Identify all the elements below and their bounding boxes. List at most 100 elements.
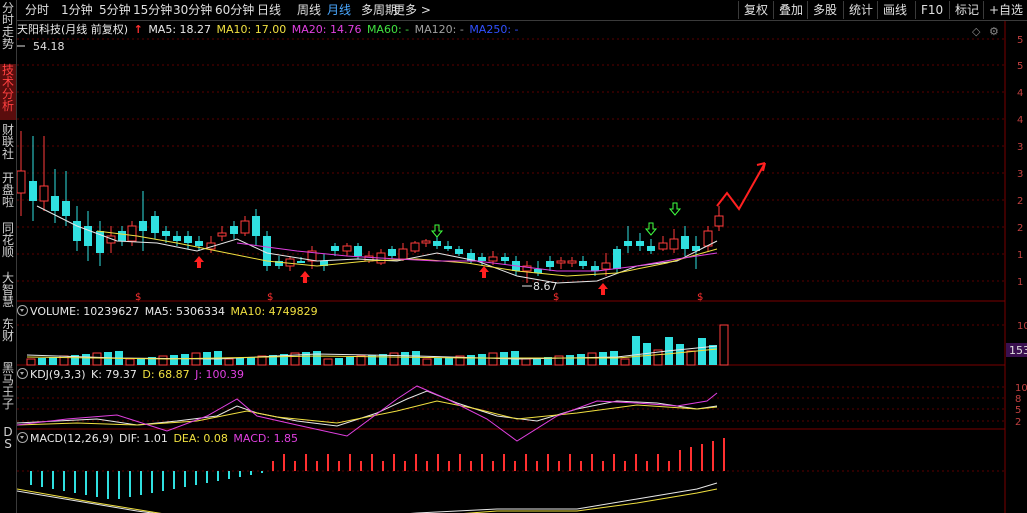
- legend-value-1: MA5: 5306334: [144, 305, 229, 318]
- period-tab-1[interactable]: 1分钟: [61, 2, 93, 18]
- legend-value-2: D: 68.87: [142, 368, 194, 381]
- period-tab-7[interactable]: 周线: [297, 2, 321, 18]
- volume-values: VOLUME: 10239627 MA5: 5306334 MA10: 4749…: [30, 305, 320, 318]
- up-arrow-icon: ↑: [133, 23, 143, 36]
- toolbar-button-1[interactable]: 叠加: [773, 1, 803, 19]
- volume-bar-up: [158, 355, 168, 366]
- buy-arrow-icon: [194, 256, 204, 268]
- legend-value-5: MA250: -: [469, 23, 519, 36]
- period-tab-4[interactable]: 30分钟: [173, 2, 212, 18]
- period-tab-10[interactable]: 更多 >: [393, 2, 431, 18]
- period-tab-9[interactable]: 多周期: [361, 2, 397, 18]
- candle-body-down: [444, 246, 452, 249]
- legend-value-2: DEA: 0.08: [173, 432, 232, 445]
- trend-drawing: [716, 162, 766, 211]
- volume-bar-down: [434, 358, 442, 365]
- dividend-marker-icon: $: [553, 292, 559, 303]
- macd-legend: MACD(12,26,9) DIF: 1.01 DEA: 0.08 MACD: …: [17, 431, 302, 447]
- dropdown-circle-icon[interactable]: [17, 368, 28, 379]
- side-navigation: 分时走势技术分析财联社开盘啦同花顺大智慧东财黑马王子 DS: [0, 0, 17, 513]
- period-toolbar: 分时 1分钟 5分钟 15分钟 30分钟 60分钟 日线 周线 月线 多周期 更多 > 复权 叠加 多股统…: [17, 0, 1027, 21]
- kdj-axis-label: 8: [1015, 394, 1021, 405]
- sidebar-tab-0[interactable]: 分时走势: [0, 2, 16, 58]
- volume-bar-up: [389, 352, 399, 366]
- sidebar-tab-8[interactable]: DS: [0, 426, 16, 450]
- price-axis-label: 4: [1017, 88, 1023, 99]
- volume-bar-down: [566, 355, 574, 365]
- dividend-marker-icon: $: [267, 292, 273, 303]
- volume-badge: 153: [1009, 344, 1027, 357]
- candle-body-down: [297, 261, 305, 263]
- volume-bar-down: [170, 355, 178, 365]
- candle-body-down: [73, 221, 81, 241]
- toolbar-button-4[interactable]: 画线: [877, 1, 907, 19]
- toolbar-button-5[interactable]: F10: [915, 1, 943, 19]
- volume-bar-down: [181, 354, 189, 365]
- sidebar-tab-7[interactable]: 黑马王子: [0, 362, 16, 418]
- legend-value-1: DIF: 1.01: [119, 432, 172, 445]
- sidebar-tab-2[interactable]: 财联社: [0, 124, 16, 168]
- toolbar-button-3[interactable]: 统计: [843, 1, 873, 19]
- sidebar-tab-4[interactable]: 同花顺: [0, 222, 16, 266]
- volume-bar-down: [412, 351, 420, 365]
- sidebar-tab-3[interactable]: 开盘啦: [0, 172, 16, 216]
- candle-body-down: [139, 221, 147, 231]
- toolbar-button-7[interactable]: +自选: [983, 1, 1023, 19]
- volume-legend: VOLUME: 10239627 MA5: 5306334 MA10: 4749…: [17, 304, 322, 320]
- candle-body-down: [230, 226, 238, 234]
- candle-body-up: [601, 262, 611, 270]
- period-tab-2[interactable]: 5分钟: [99, 2, 131, 18]
- volume-bar-up: [521, 358, 531, 366]
- period-tab-3[interactable]: 15分钟: [133, 2, 172, 18]
- candle-body-up: [556, 260, 566, 264]
- sidebar-tab-5[interactable]: 大智慧: [0, 272, 16, 312]
- candle-body-down: [184, 236, 192, 243]
- candle-body-down: [579, 261, 587, 266]
- volume-bar-up: [587, 352, 597, 366]
- sell-arrow-icon: [668, 202, 682, 216]
- volume-bar-down: [676, 344, 684, 365]
- volume-bar-up: [422, 358, 432, 366]
- candle-body-up: [410, 242, 420, 252]
- sidebar-tab-6[interactable]: 东财: [0, 318, 16, 358]
- price-axis-label: 5: [1017, 35, 1023, 46]
- period-tab-0[interactable]: 分时: [25, 2, 49, 18]
- toolbar-button-6[interactable]: 标记: [949, 1, 979, 19]
- legend-value-1: MA10: 17.00: [216, 23, 290, 36]
- sidebar-tab-1[interactable]: 技术分析: [0, 64, 16, 120]
- ma5-line: [36, 205, 718, 284]
- price-axis-label: 3: [1017, 169, 1023, 180]
- volume-bar-down: [478, 354, 486, 365]
- period-tab-6[interactable]: 日线: [257, 2, 281, 18]
- volume-bar-up: [488, 352, 498, 366]
- period-tab-5[interactable]: 60分钟: [215, 2, 254, 18]
- legend-value-4: MA120: -: [414, 23, 468, 36]
- buy-arrow-icon: [479, 266, 489, 278]
- legend-value-0: MACD(12,26,9): [30, 432, 118, 445]
- diamond-icon: ◇: [972, 25, 981, 38]
- candle-body-down: [331, 246, 339, 251]
- candle-body-down: [501, 257, 509, 261]
- legend-value-2: MA10: 4749829: [230, 305, 318, 318]
- candle-body-up: [714, 215, 724, 227]
- candle-body-up: [39, 185, 49, 202]
- candle-body-up: [285, 258, 295, 267]
- volume-bar-down: [599, 352, 607, 365]
- price-legend: 天阳科技(月线 前复权) ↑ MA5: 18.27 MA10: 17.00 MA…: [17, 22, 523, 38]
- dropdown-circle-icon[interactable]: [17, 305, 28, 316]
- legend-value-0: MA5: 18.27: [148, 23, 215, 36]
- dividend-marker-icon: $: [697, 292, 703, 303]
- volume-bar-down: [82, 354, 90, 365]
- candle-body-down: [252, 216, 260, 236]
- candle-body-up: [217, 232, 227, 237]
- macd-dif-line: [17, 482, 718, 513]
- volume-bar-down: [49, 357, 57, 365]
- toolbar-button-0[interactable]: 复权: [738, 1, 768, 19]
- candle-body-up: [398, 248, 408, 260]
- price-axis-label: 2: [1017, 196, 1023, 207]
- toolbar-button-2[interactable]: 多股: [807, 1, 837, 19]
- candle-body-up: [669, 238, 679, 250]
- candle-body-down: [62, 201, 70, 216]
- period-tab-8[interactable]: 月线: [327, 2, 351, 18]
- dropdown-circle-icon[interactable]: [17, 432, 28, 443]
